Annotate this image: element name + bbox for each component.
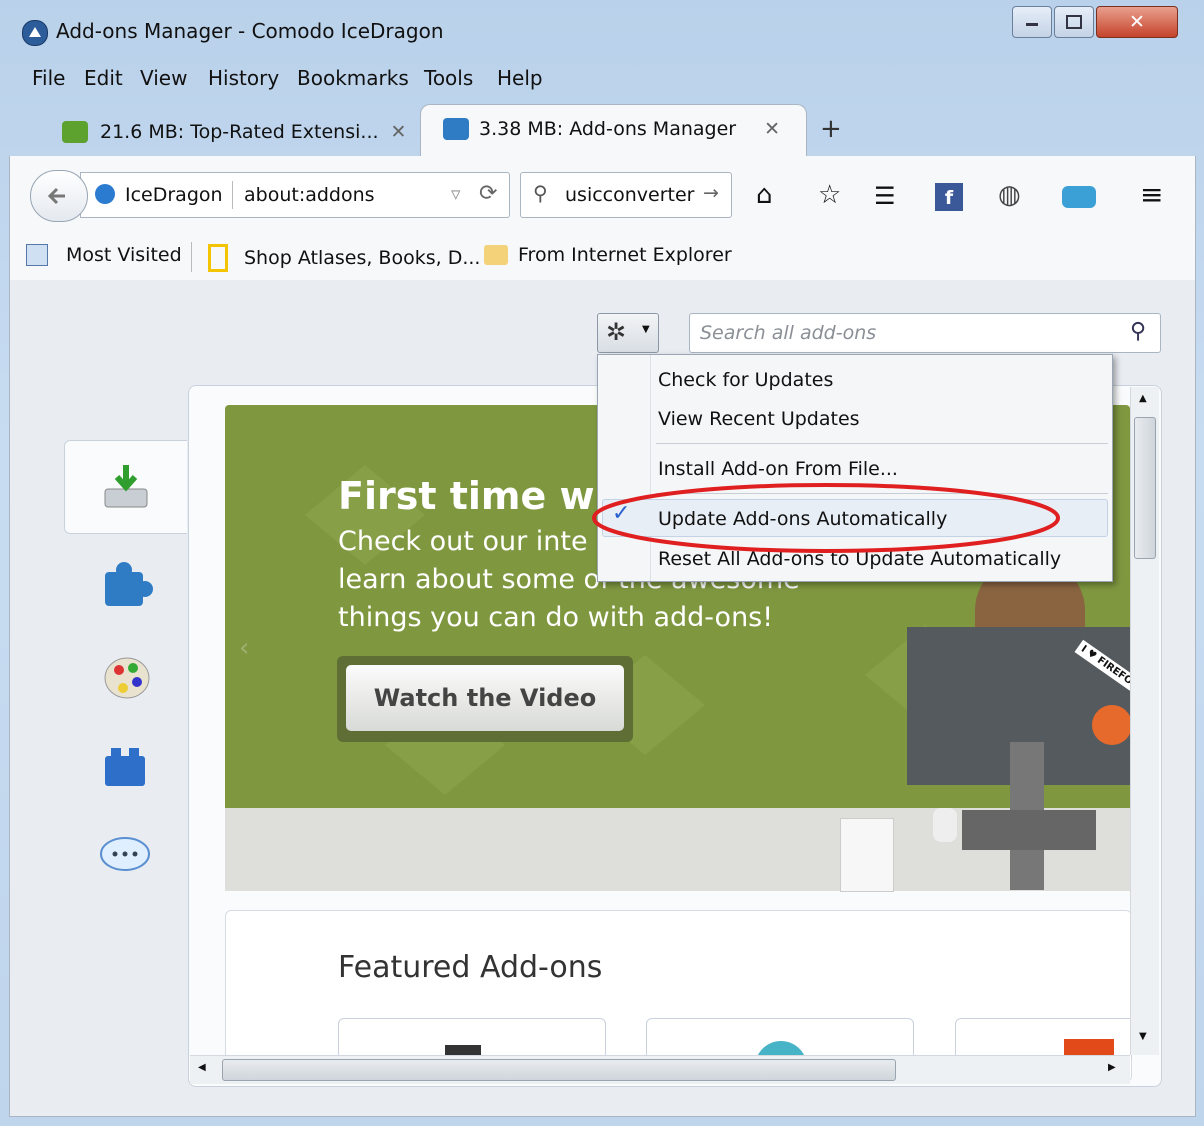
download-tray-icon <box>104 465 148 508</box>
home-icon[interactable]: ⌂ <box>756 180 773 210</box>
paint-palette-icon <box>104 657 150 699</box>
search-icon: ⚲ <box>533 181 548 205</box>
cloud-drive-icon[interactable] <box>1062 186 1096 208</box>
gear-icon: ✲ <box>606 318 627 346</box>
site-identity-icon <box>95 184 115 204</box>
menu-separator <box>656 443 1108 444</box>
site-identity-label: IceDragon <box>125 184 223 206</box>
puzzle-icon <box>62 121 88 143</box>
search-placeholder: Search all add-ons <box>700 322 877 344</box>
close-icon: ✕ <box>1129 11 1145 33</box>
banner-headline: First time wi <box>338 474 608 518</box>
category-appearance[interactable] <box>64 642 186 710</box>
featured-addon-card-2[interactable] <box>646 1018 914 1067</box>
maximize-button[interactable] <box>1054 6 1094 38</box>
vertical-scrollbar[interactable]: ▲ ▼ <box>1130 387 1159 1055</box>
featured-addon-card-1[interactable] <box>338 1018 606 1059</box>
menu-file[interactable]: File <box>32 66 65 90</box>
menu-history[interactable]: History <box>208 66 279 90</box>
vertical-scroll-thumb[interactable] <box>1134 417 1156 559</box>
bookmark-label: From Internet Explorer <box>518 244 732 266</box>
search-icon[interactable]: ⚲ <box>1130 319 1146 344</box>
main-menu-icon[interactable]: ≡ <box>1140 178 1163 211</box>
national-geographic-icon <box>208 244 228 272</box>
url-text[interactable]: about:addons <box>244 184 375 206</box>
globe-icon[interactable]: ◍ <box>998 180 1021 210</box>
menu-bookmarks[interactable]: Bookmarks <box>297 66 409 90</box>
bookmark-divider <box>191 242 192 272</box>
menu-view[interactable]: View <box>140 66 187 90</box>
dropdown-arrow-icon[interactable]: ▿ <box>451 183 461 205</box>
lego-brick-icon <box>105 748 145 786</box>
keyboard-illustration <box>962 810 1096 850</box>
featured-heading: Featured Add-ons <box>338 950 603 985</box>
firefox-logo-icon <box>1092 705 1132 745</box>
menu-check-for-updates[interactable]: Check for Updates <box>658 369 833 391</box>
scroll-down-icon[interactable]: ▼ <box>1139 1031 1147 1042</box>
tab-addons-manager[interactable]: 3.38 MB: Add-ons Manager ✕ <box>420 104 807 157</box>
tab-top-rated[interactable]: 21.6 MB: Top-Rated Extensi... ✕ <box>62 108 412 156</box>
category-extensions[interactable] <box>64 552 186 620</box>
tab-label: 3.38 MB: Add-ons Manager <box>479 118 737 140</box>
bookmark-most-visited[interactable]: Most Visited <box>26 244 182 266</box>
back-button[interactable] <box>30 170 88 222</box>
scroll-left-icon[interactable]: ◀ <box>198 1062 206 1073</box>
bookmark-star-icon[interactable]: ☆ <box>818 180 841 210</box>
watch-video-button[interactable]: Watch the Video <box>346 665 624 731</box>
chevron-down-icon: ▼ <box>642 324 650 335</box>
close-window-button[interactable]: ✕ <box>1096 6 1178 38</box>
back-arrow-icon <box>47 187 65 205</box>
menu-tools[interactable]: Tools <box>424 66 473 90</box>
tab-close-icon[interactable]: ✕ <box>764 118 780 140</box>
window-title: Add-ons Manager - Comodo IceDragon <box>56 19 444 43</box>
addons-tools-button[interactable]: ✲ ▼ <box>597 313 659 353</box>
category-plugins[interactable] <box>64 732 186 800</box>
bookmark-shop-atlases[interactable]: Shop Atlases, Books, D... <box>208 244 480 272</box>
banner-body-line-1: Check out our inte <box>338 526 588 557</box>
horizontal-scroll-thumb[interactable] <box>222 1059 896 1081</box>
url-bar[interactable]: IceDragon about:addons ▿ ⟳ <box>80 172 510 218</box>
app-logo-icon <box>22 20 48 46</box>
paper-stack-illustration <box>840 818 894 892</box>
highlight-ellipse-annotation <box>592 483 1060 553</box>
new-tab-button[interactable]: + <box>820 114 842 144</box>
tab-close-icon[interactable]: ✕ <box>391 121 407 143</box>
search-value[interactable]: usicconverter <box>565 184 694 206</box>
horizontal-scrollbar[interactable]: ◀ ▶ <box>190 1055 1130 1084</box>
mouse-illustration <box>933 808 957 842</box>
menu-edit[interactable]: Edit <box>84 66 123 90</box>
puzzle-piece-icon <box>105 562 153 606</box>
watch-video-label: Watch the Video <box>373 684 597 712</box>
speech-bubble-icon <box>100 837 150 871</box>
category-services[interactable] <box>64 822 186 890</box>
bookmark-folder-icon <box>26 244 48 266</box>
banner-prev-arrow[interactable]: ‹ <box>239 633 249 663</box>
web-search-bar[interactable]: ⚲ usicconverter → <box>520 172 732 218</box>
title-bar: Add-ons Manager - Comodo IceDragon ✕ <box>0 0 1204 58</box>
banner-body-line-3: things you can do with add-ons! <box>338 602 774 633</box>
url-divider <box>232 181 233 209</box>
bookmark-label: Most Visited <box>66 244 182 266</box>
menu-install-from-file[interactable]: Install Add-on From File... <box>658 458 898 480</box>
scroll-up-icon[interactable]: ▲ <box>1139 393 1147 404</box>
featured-addon-card-3[interactable] <box>955 1018 1132 1059</box>
addons-search-input[interactable]: Search all add-ons ⚲ <box>689 313 1161 353</box>
facebook-icon[interactable]: f <box>935 183 963 211</box>
menu-view-recent-updates[interactable]: View Recent Updates <box>658 408 860 430</box>
tab-label: 21.6 MB: Top-Rated Extensi... <box>100 121 379 143</box>
go-arrow-icon[interactable]: → <box>703 182 719 204</box>
menu-help[interactable]: Help <box>497 66 543 90</box>
bookmarks-list-icon[interactable]: ☰ <box>874 182 896 210</box>
category-get-addons[interactable] <box>64 440 187 534</box>
folder-icon <box>484 245 508 265</box>
bookmark-from-ie[interactable]: From Internet Explorer <box>484 244 732 266</box>
puzzle-icon <box>443 118 469 140</box>
reload-icon[interactable]: ⟳ <box>479 181 497 206</box>
browser-window: Add-ons Manager - Comodo IceDragon ✕ Fil… <box>0 0 1204 1126</box>
bookmark-label: Shop Atlases, Books, D... <box>244 247 481 269</box>
scroll-right-icon[interactable]: ▶ <box>1108 1062 1116 1073</box>
minimize-button[interactable] <box>1012 6 1052 38</box>
